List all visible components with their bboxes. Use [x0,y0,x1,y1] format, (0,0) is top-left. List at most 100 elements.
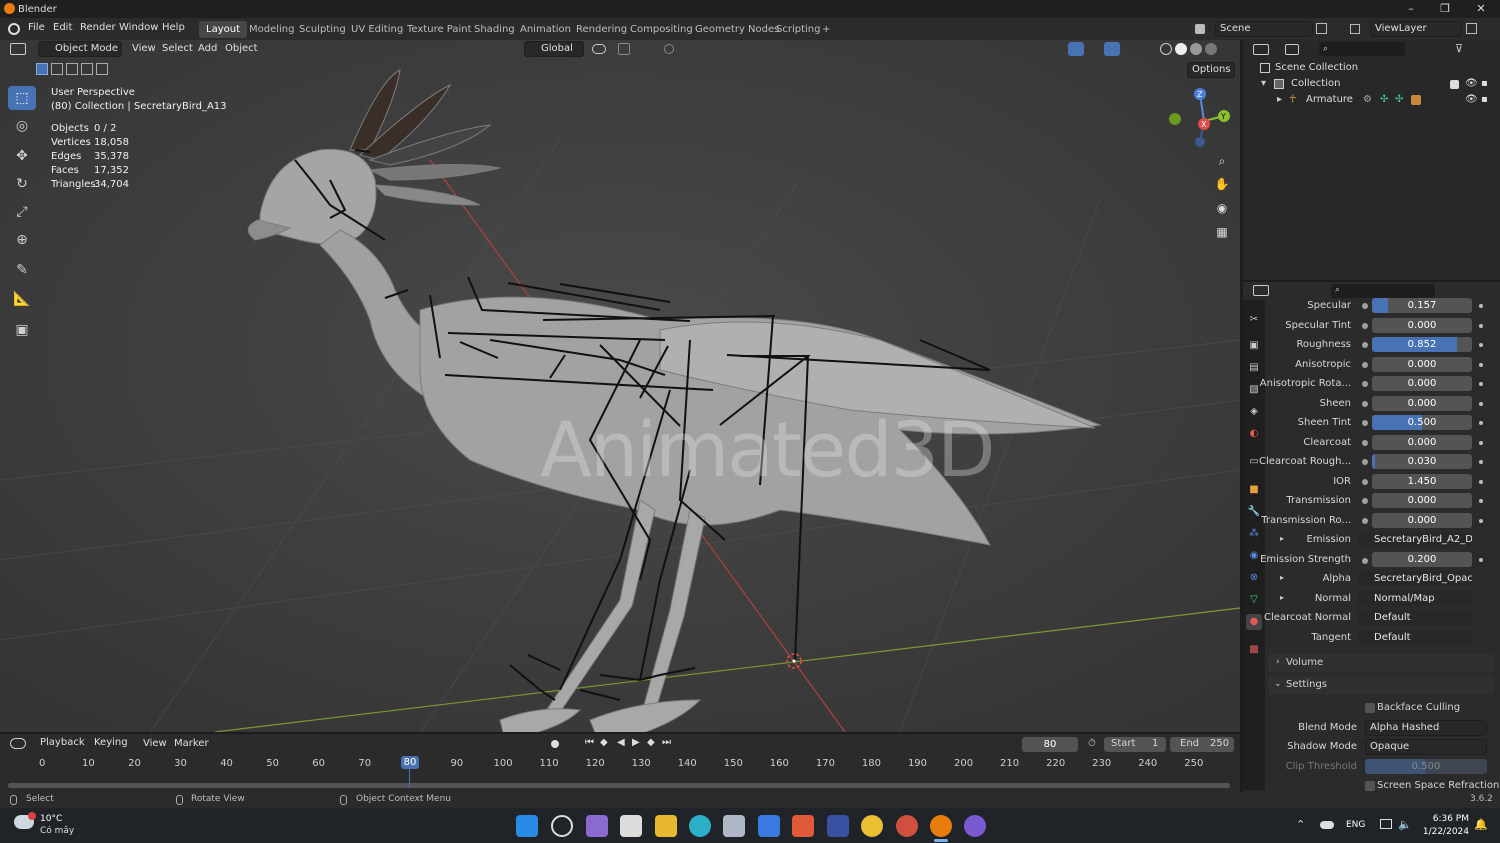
maximize-button[interactable]: ❐ [1428,0,1462,18]
rotate-tool-icon[interactable]: ↻ [8,172,36,196]
clock-date[interactable]: 1/22/2024 [1417,827,1469,837]
file-explorer-icon[interactable] [655,815,677,837]
network-icon[interactable] [1380,819,1392,829]
keyframe-dot-icon[interactable] [1479,382,1483,386]
pivot-icon[interactable] [592,44,606,54]
expand-arrow-icon[interactable]: ▾ [1261,76,1266,92]
menu-edit[interactable]: Edit [53,22,72,33]
render-camera-icon[interactable]: ▪ [1481,76,1488,92]
filter-icon[interactable]: ⊽ [1455,42,1463,55]
keyframe-dot-icon[interactable] [1479,343,1483,347]
properties-search-input[interactable] [1331,284,1435,298]
ortho-grid-icon[interactable]: ▦ [1211,221,1233,243]
shading-solid-icon[interactable] [1175,43,1187,55]
playback-menu[interactable]: Playback [36,736,88,752]
timeline-editor-icon[interactable] [10,738,26,749]
prev-keyframe-icon[interactable]: ◆ [600,737,608,748]
select-mode-extend-icon[interactable] [51,63,63,75]
property-value-field[interactable]: 0.000 [1372,395,1472,411]
viewport-menu-select[interactable]: Select [162,43,193,54]
windows-start-icon[interactable] [516,815,538,837]
copilot-icon[interactable] [586,815,608,837]
scale-tool-icon[interactable]: ⤢ [8,200,36,224]
properties-editor-icon[interactable] [1253,285,1269,296]
view-layer-selector[interactable]: ViewLayer [1370,21,1462,37]
select-mode-subtract-icon[interactable] [66,63,78,75]
search-icon[interactable] [551,815,573,837]
scene-selector[interactable]: Scene [1215,21,1313,37]
expand-arrow-icon[interactable]: ▸ [1280,534,1284,543]
volume-panel-header[interactable]: › Volume [1268,654,1494,672]
property-value-field[interactable]: 0.000 [1372,434,1472,450]
settings-panel-header[interactable]: ⌄ Settings [1268,676,1494,694]
play-icon[interactable]: ▶ [632,737,640,748]
playhead-marker[interactable]: 80 [401,756,419,769]
new-view-layer-icon[interactable] [1466,23,1477,34]
keyframe-dot-icon[interactable] [1479,460,1483,464]
start-frame-field[interactable]: Start 1 [1104,737,1166,752]
edge-browser-icon[interactable] [689,815,711,837]
measure-tool-icon[interactable]: 📐 [8,287,36,311]
outliner-row-armature[interactable]: ▸ ☥ Armature ⚙ ✣ ✣ 👁 ▪ [1243,92,1500,108]
select-mode-intersect-icon[interactable] [96,63,108,75]
snap-icon[interactable] [618,43,630,55]
keyframe-dot-icon[interactable] [1479,518,1483,523]
keyframe-dot-icon[interactable] [1479,440,1483,445]
xray-icon[interactable] [1104,42,1120,56]
visibility-eye-icon[interactable]: 👁 [1465,92,1478,108]
keyframe-dot-icon[interactable] [1479,479,1483,484]
volume-icon[interactable]: 🔈 [1398,818,1412,831]
annotate-tool-icon[interactable]: ✎ [8,258,36,282]
move-tool-icon[interactable]: ✥ [8,144,36,168]
keyframe-dot-icon[interactable] [1479,421,1483,425]
property-value-field[interactable]: 0.500 [1372,415,1472,430]
transform-orientation-dropdown[interactable]: Global [524,41,584,57]
texture-tab-icon[interactable]: ▩ [1246,642,1262,658]
timeline-view-menu[interactable]: View [143,738,167,749]
select-box-tool-icon[interactable]: ⬚ [8,86,36,110]
chrome-icon[interactable] [861,815,883,837]
outliner-row-collection[interactable]: ▾ Collection 👁 ▪ [1243,76,1500,92]
chrome-profile-icon[interactable] [896,815,918,837]
onedrive-icon[interactable] [1320,821,1334,829]
keyframe-dot-icon[interactable] [1479,401,1483,406]
pan-hand-icon[interactable]: ✋ [1211,173,1233,195]
end-frame-field[interactable]: End 250 [1170,737,1234,752]
menu-window[interactable]: Window [119,22,158,33]
keyframe-dot-icon[interactable] [1479,323,1483,328]
shading-wireframe-icon[interactable] [1160,43,1172,55]
property-value-field[interactable]: 0.000 [1372,317,1472,333]
property-value-field[interactable]: 1.450 [1372,473,1472,489]
keyframe-dot-icon[interactable] [1479,499,1483,503]
blend-mode-dropdown[interactable]: Alpha Hashed [1365,720,1487,736]
next-keyframe-icon[interactable]: ◆ [647,737,655,748]
property-value-field[interactable]: 0.000 [1372,512,1472,528]
stopwatch-icon[interactable]: ⏱ [1088,738,1096,749]
transform-tool-icon[interactable]: ⊕ [8,228,36,252]
blender-taskbar-icon[interactable] [930,815,952,837]
keyframe-dot-icon[interactable] [1479,362,1483,367]
keyframe-dot-icon[interactable] [1479,558,1483,562]
camera-view-icon[interactable]: ◉ [1211,197,1233,219]
viewport-menu-object[interactable]: Object [225,43,258,54]
select-mode-invert-icon[interactable] [81,63,93,75]
timeline-marker-menu[interactable]: Marker [174,738,209,749]
clip-threshold-field[interactable]: 0.500 [1365,759,1487,774]
overlay-icon[interactable] [1068,42,1084,56]
select-mode-new-icon[interactable] [36,63,48,75]
exclude-checkbox[interactable] [1450,80,1459,89]
timeline-scrollbar[interactable] [8,783,1230,788]
outliner-editor-icon[interactable] [1253,44,1269,55]
property-value-field[interactable]: 0.000 [1372,356,1472,372]
tangent-field[interactable]: Default [1358,630,1472,645]
record-keyframe-icon[interactable] [551,740,559,748]
navigation-gizmo[interactable]: Z Y X [1164,84,1234,150]
jump-end-icon[interactable]: ⏭ [662,737,671,748]
keying-menu[interactable]: Keying [90,736,134,752]
add-cube-tool-icon[interactable]: ▣ [8,318,36,342]
menu-file[interactable]: File [28,22,45,33]
property-value-field[interactable]: 0.157 [1372,298,1472,313]
display-mode-icon[interactable] [1285,44,1299,55]
new-scene-icon[interactable] [1316,23,1327,34]
microsoft-store-icon[interactable] [758,815,780,837]
